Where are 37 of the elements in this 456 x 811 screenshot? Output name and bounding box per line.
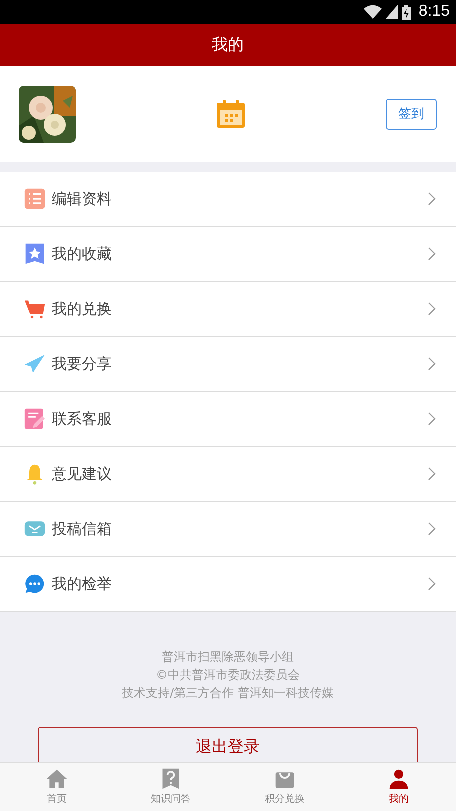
page-title: 我的 <box>212 34 244 56</box>
menu-item[interactable]: 我要分享 <box>0 337 456 392</box>
question-icon <box>160 768 182 790</box>
checkin-button[interactable]: 签到 <box>386 98 437 130</box>
person-icon <box>388 768 410 790</box>
footer-text: ©中共普洱市委政法委员会 <box>156 667 300 684</box>
cart-icon <box>24 298 46 320</box>
footer-text: 普洱市扫黑除恶领导小组 <box>162 649 294 666</box>
menu-item[interactable]: 联系客服 <box>0 392 456 447</box>
chevron-right-icon <box>428 357 436 371</box>
plane-icon <box>24 353 46 375</box>
wifi-icon <box>364 5 382 19</box>
menu-item[interactable]: 编辑资料 <box>0 172 456 227</box>
chevron-right-icon <box>428 412 436 426</box>
menu-item[interactable]: 投稿信箱 <box>0 502 456 557</box>
tab-item[interactable]: 我的 <box>342 763 456 811</box>
chat-icon <box>24 573 46 595</box>
chevron-right-icon <box>428 247 436 261</box>
home-icon <box>46 768 68 790</box>
star-icon <box>24 243 46 265</box>
menu-item[interactable]: 我的兑换 <box>0 282 456 337</box>
chevron-right-icon <box>428 302 436 316</box>
chevron-right-icon <box>428 522 436 536</box>
chevron-right-icon <box>428 467 436 481</box>
menu-item[interactable]: 我的收藏 <box>0 227 456 282</box>
menu-item[interactable]: 意见建议 <box>0 447 456 502</box>
list-icon <box>24 188 46 210</box>
menu-item[interactable]: 我的检举 <box>0 557 456 612</box>
signal-icon <box>386 5 398 19</box>
footer-text: 技术支持/第三方合作 普洱知一科技传媒 <box>122 685 334 702</box>
chevron-right-icon <box>428 577 436 591</box>
note-icon <box>24 408 46 430</box>
bell-icon <box>24 463 46 485</box>
chevron-right-icon <box>428 192 436 206</box>
battery-icon <box>402 4 411 20</box>
calendar-icon[interactable] <box>216 99 246 129</box>
status-time: 8:15 <box>418 3 450 21</box>
